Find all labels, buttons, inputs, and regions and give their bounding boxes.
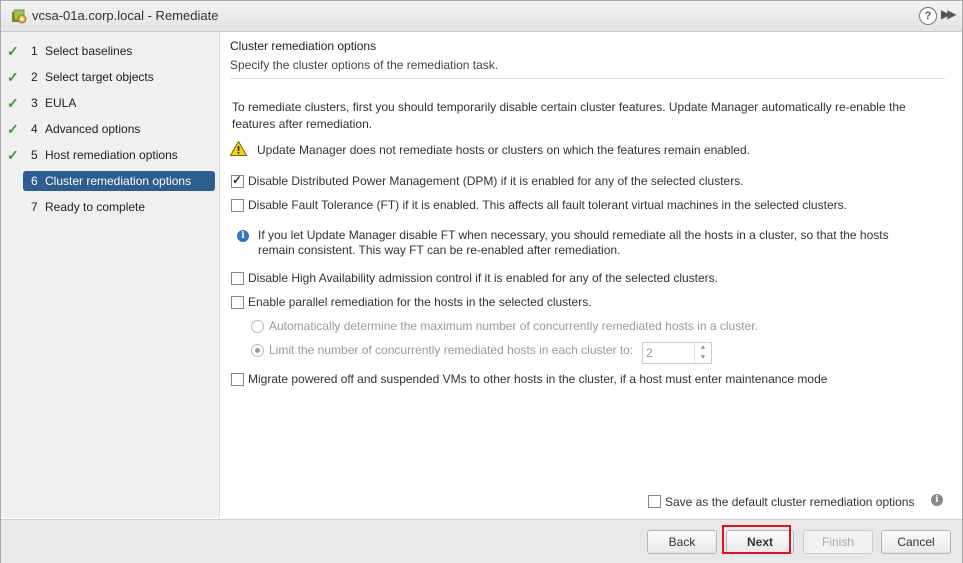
auto-radio[interactable]	[251, 320, 264, 333]
ft-label: Disable Fault Tolerance (FT) if it is en…	[248, 198, 847, 212]
auto-radio-label: Automatically determine the maximum numb…	[269, 319, 758, 333]
step-advanced-options[interactable]: ✓ 4 Advanced options	[7, 119, 215, 139]
dpm-checkbox[interactable]	[231, 173, 244, 188]
help-icon[interactable]: ?	[919, 7, 937, 25]
cancel-button[interactable]: Cancel	[881, 530, 951, 554]
step-ready-to-complete[interactable]: 7 Ready to complete	[23, 197, 215, 217]
intro-text: To remediate clusters, first you should …	[232, 100, 906, 131]
check-icon: ✓	[7, 43, 19, 59]
parallel-label: Enable parallel remediation for the host…	[248, 295, 592, 309]
back-button[interactable]: Back	[647, 530, 717, 554]
warning-text: Update Manager does not remediate hosts …	[257, 143, 750, 157]
finish-button[interactable]: Finish	[803, 530, 873, 554]
footer-bar: Back Next Finish Cancel	[1, 519, 962, 563]
ha-label: Disable High Availability admission cont…	[248, 271, 719, 285]
stepper-arrows-icon[interactable]: ▲ ▼	[694, 343, 711, 363]
dpm-label: Disable Distributed Power Management (DP…	[248, 174, 744, 188]
wizard-steps-sidebar: ✓ 1 Select baselines ✓ 2 Select target o…	[1, 32, 220, 518]
step-select-target-objects[interactable]: ✓ 2 Select target objects	[7, 67, 215, 87]
step-select-baselines[interactable]: ✓ 1 Select baselines	[7, 41, 215, 61]
remediate-dialog: vcsa-01a.corp.local - Remediate ? ▶▶ ✓ 1…	[0, 0, 963, 563]
page-subtitle: Specify the cluster options of the remed…	[230, 58, 499, 72]
limit-stepper[interactable]: 2 ▲ ▼	[642, 342, 712, 364]
limit-value: 2	[646, 346, 653, 360]
parallel-checkbox[interactable]	[231, 296, 244, 309]
save-default-label: Save as the default cluster remediation …	[665, 495, 915, 509]
warning-icon	[230, 141, 247, 156]
title-bar: vcsa-01a.corp.local - Remediate ? ▶▶	[1, 1, 962, 32]
dialog-title: vcsa-01a.corp.local - Remediate	[32, 8, 219, 23]
save-default-checkbox[interactable]	[648, 495, 661, 508]
migrate-label: Migrate powered off and suspended VMs to…	[248, 372, 828, 386]
check-icon: ✓	[7, 121, 19, 137]
migrate-checkbox[interactable]	[231, 373, 244, 386]
main-panel: Cluster remediation options Specify the …	[220, 32, 962, 518]
check-icon: ✓	[7, 147, 19, 163]
expand-icon[interactable]: ▶▶	[941, 7, 957, 21]
ft-checkbox[interactable]	[231, 199, 244, 212]
update-manager-icon	[12, 9, 27, 24]
page-title: Cluster remediation options	[230, 39, 377, 53]
info-icon: i	[237, 230, 249, 242]
header-divider	[230, 78, 945, 79]
step-cluster-remediation-options[interactable]: 6 Cluster remediation options	[23, 171, 215, 191]
ha-checkbox[interactable]	[231, 272, 244, 285]
ft-info-text: If you let Update Manager disable FT whe…	[258, 228, 889, 257]
next-highlight-box	[722, 525, 791, 554]
check-icon: ✓	[7, 95, 19, 111]
limit-radio[interactable]	[251, 344, 264, 357]
step-host-remediation-options[interactable]: ✓ 5 Host remediation options	[7, 145, 215, 165]
save-default-info-icon[interactable]: i	[931, 494, 943, 506]
limit-radio-label: Limit the number of concurrently remedia…	[269, 343, 634, 357]
step-eula[interactable]: ✓ 3 EULA	[7, 93, 215, 113]
check-icon: ✓	[7, 69, 19, 85]
